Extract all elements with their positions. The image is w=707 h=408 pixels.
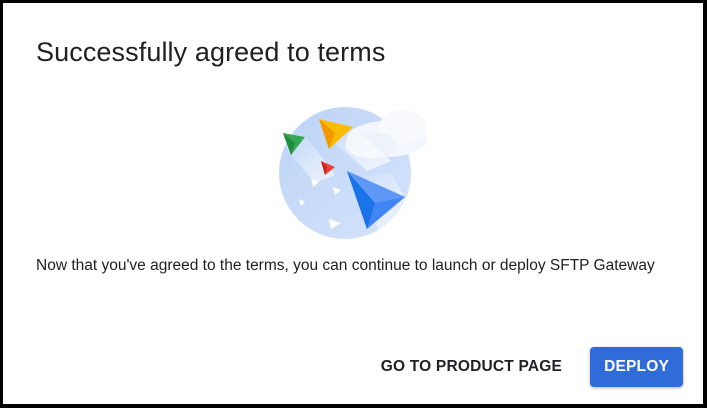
dialog-actions: GO TO PRODUCT PAGE DEPLOY [371, 347, 683, 387]
dialog-title: Successfully agreed to terms [36, 37, 386, 67]
go-to-product-page-button[interactable]: GO TO PRODUCT PAGE [371, 347, 572, 387]
dialog-message: Now that you've agreed to the terms, you… [36, 257, 655, 274]
paper-planes-illustration-icon [279, 107, 427, 239]
deploy-button[interactable]: DEPLOY [590, 347, 683, 387]
success-dialog: Successfully agreed to terms Now that yo… [0, 0, 707, 408]
